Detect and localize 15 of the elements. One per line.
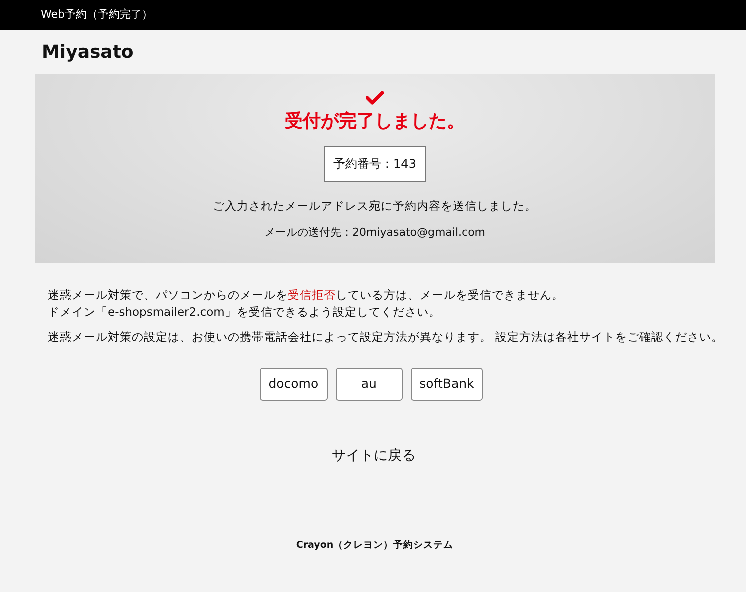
checkmark-icon <box>366 90 384 105</box>
carrier-button[interactable]: docomo <box>260 368 328 401</box>
confirmation-message: ご入力されたメールアドレス宛に予約内容を送信しました。 <box>213 198 537 216</box>
back-link[interactable]: サイトに戻る <box>332 448 416 464</box>
carrier-button[interactable]: au <box>336 368 403 401</box>
carrier-button[interactable]: softBank <box>410 368 484 401</box>
email-destination: メールの送付先：20miyasato@gmail.com <box>264 225 486 242</box>
page-title: Web予約（予約完了） <box>41 6 153 23</box>
reservation-number: 予約番号：143 <box>324 146 426 182</box>
notice-text: ドメイン「e-shopsmailer2.com」を受信できるよう設定してください。 <box>48 304 442 321</box>
completion-heading: 受付が完了しました。 <box>285 110 465 132</box>
footer-text: Crayon（クレヨン）予約システム <box>296 540 454 551</box>
notice-text: 迷惑メール対策で、パソコンからのメールを受信拒否 している方は、メールを受信できません。 <box>48 286 565 304</box>
notice-text: 迷惑メール対策の設定は、お使いの携帯電話会社によって設定方法が異なります。 設定方法は各社サイトをご確認ください。 <box>48 328 725 346</box>
shop-name: Miyasato <box>42 42 135 64</box>
